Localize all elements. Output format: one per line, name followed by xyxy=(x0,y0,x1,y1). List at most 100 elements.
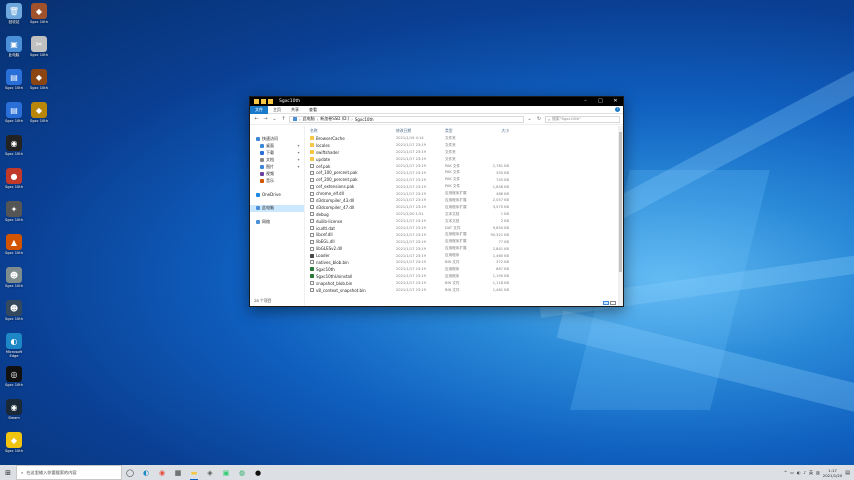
tray-icon[interactable]: ^ xyxy=(784,470,787,476)
vertical-scrollbar[interactable] xyxy=(618,126,623,306)
desktop-icon-shortcut-1[interactable]: ▤ Sgxc 10th xyxy=(2,69,26,90)
tray-icon[interactable]: ◐ xyxy=(797,470,801,476)
search-box[interactable]: ⌕ 搜索"Sgxc10th" xyxy=(545,115,620,123)
file-row[interactable]: locales 2021/1/17 23:19 文件夹 xyxy=(305,142,623,149)
desktop-icon-game-3[interactable]: ◆ Sgxc 10th xyxy=(27,102,51,123)
refresh-icon[interactable]: ↻ xyxy=(535,116,543,122)
maximize-button[interactable]: □ xyxy=(593,97,608,106)
recent-chevron-icon[interactable]: ⌄ xyxy=(271,116,278,122)
address-dropdown-icon[interactable]: ⌄ xyxy=(526,116,533,122)
taskbar-app-4-button[interactable]: ● xyxy=(250,465,266,480)
start-button[interactable]: ⊞ xyxy=(0,465,16,480)
column-header-date[interactable]: 修改日期 xyxy=(396,128,445,134)
back-arrow-icon[interactable]: ← xyxy=(253,116,260,122)
file-row[interactable]: icudtl.dat 2021/1/17 23:19 DAT 文件 9,850 KB xyxy=(305,225,623,232)
large-icons-view-button[interactable] xyxy=(610,301,616,305)
taskbar-search[interactable]: ⌕ 在这里输入你要搜索的内容 xyxy=(16,465,122,480)
taskbar-app-2-button[interactable]: ◈ xyxy=(202,465,218,480)
file-row[interactable]: update 2021/1/17 23:19 文件夹 xyxy=(305,156,623,163)
nav-item[interactable]: 图片 ✦ xyxy=(250,164,304,171)
column-header-name[interactable]: 名称 xyxy=(310,128,396,134)
desktop-icon-edge[interactable]: ◐ Microsoft Edge xyxy=(2,333,26,358)
taskbar-task-view-button[interactable]: ◯ xyxy=(122,465,138,480)
file-row[interactable]: libGLESv2.dll 2021/1/17 23:19 应用程序扩展 2,841 … xyxy=(305,245,623,252)
quick-access-toolbar[interactable] xyxy=(254,99,273,104)
tray-icon[interactable]: ▥ xyxy=(816,470,820,476)
nav-item[interactable]: OneDrive xyxy=(250,191,304,198)
desktop-icon-app-tool[interactable]: ✦ Sgxc 10th xyxy=(2,201,26,222)
breadcrumb-folder[interactable]: Sgxc10th xyxy=(355,117,374,122)
title-bar[interactable]: Sgxc10th – □ ✕ xyxy=(250,97,623,106)
tab-view[interactable]: 查看 xyxy=(304,106,322,114)
desktop-icon-controller[interactable]: ◉ Sgxc 10th xyxy=(2,135,26,156)
new-folder-icon[interactable] xyxy=(268,99,273,104)
tab-file[interactable]: 文件 xyxy=(250,105,268,114)
breadcrumb-drive[interactable]: 新加卷SSD (D:) xyxy=(320,116,349,122)
desktop-icon-app-red[interactable]: ● Sgxc 10th xyxy=(2,168,26,189)
file-row[interactable]: Sgxc10th 2021/1/17 23:19 应用程序 867 KB xyxy=(305,266,623,273)
file-row[interactable]: d3dcompiler_47.dll 2021/1/17 23:19 应用程序扩展 3… xyxy=(305,204,623,211)
file-row[interactable]: libEGL.dll 2021/1/17 23:19 应用程序扩展 77 KB xyxy=(305,238,623,245)
file-row[interactable]: natives_blob.bin 2021/1/17 23:19 BIN 文件 372… xyxy=(305,259,623,266)
file-row[interactable]: Loader 2021/1/17 23:19 应用程序 1,460 KB xyxy=(305,252,623,259)
taskbar-wechat-button[interactable]: ◍ xyxy=(234,465,250,480)
desktop-icon-recycle-bin[interactable]: 🗑 回收站 xyxy=(2,3,26,24)
desktop-icon-tool-1[interactable]: ✂ Sgxc 10th xyxy=(27,36,51,57)
desktop-icon-app-yellow[interactable]: ◆ Sgxc 10th xyxy=(2,432,26,453)
desktop-icon-game-2[interactable]: ◆ Sgxc 10th xyxy=(27,69,51,90)
desktop-icon-game-1[interactable]: ◆ Sgxc 10th xyxy=(27,3,51,24)
minimize-button[interactable]: – xyxy=(578,97,593,106)
file-explorer-window[interactable]: Sgxc10th – □ ✕ 文件 主页 共享 查看 ? ← → ⌄ ↑ › 此… xyxy=(249,96,624,307)
nav-item[interactable]: 此电脑 xyxy=(250,204,304,212)
nav-item[interactable]: 快速访问 xyxy=(250,136,304,143)
taskbar-explorer-button[interactable]: ▬ xyxy=(186,465,202,480)
column-header-type[interactable]: 类型 xyxy=(445,128,485,134)
file-row[interactable]: cef_100_percent.pak 2021/1/17 23:19 PAK 文件… xyxy=(305,169,623,176)
notification-icon[interactable]: ▤ xyxy=(845,470,850,476)
file-row[interactable]: debug 2021/1/20 1:51 文本文档 1 KB xyxy=(305,211,623,218)
file-row[interactable]: libcef.dll 2021/1/17 23:19 应用程序扩展 90,321 KB xyxy=(305,231,623,238)
nav-item[interactable]: 下载 ✦ xyxy=(250,150,304,157)
scrollbar-thumb[interactable] xyxy=(619,132,622,272)
tray-icon[interactable]: 英 xyxy=(809,470,813,476)
nav-item[interactable]: 网络 xyxy=(250,219,304,226)
breadcrumb-this-pc[interactable]: 此电脑 xyxy=(303,116,315,122)
up-arrow-icon[interactable]: ↑ xyxy=(280,116,287,122)
nav-item[interactable]: 视频 xyxy=(250,170,304,177)
help-icon[interactable]: ? xyxy=(615,107,620,112)
details-view-button[interactable] xyxy=(603,301,609,305)
nav-item[interactable]: 桌面 ✦ xyxy=(250,143,304,150)
desktop-icon-app-fire[interactable]: ▲ Sgxc 10th xyxy=(2,234,26,255)
tab-home[interactable]: 主页 xyxy=(268,106,286,114)
file-row[interactable]: d3dcompiler_43.dll 2021/1/17 23:19 应用程序扩展 2… xyxy=(305,197,623,204)
file-row[interactable]: BrowserCache 2021/1/19 4:14 文件夹 xyxy=(305,135,623,142)
clock[interactable]: 1:17 2021/1/20 xyxy=(823,468,842,478)
desktop-icon-computer[interactable]: ▣ 此电脑 xyxy=(2,36,26,57)
file-row[interactable]: cef.pak 2021/1/17 23:19 PAK 文件 2,781 KB xyxy=(305,163,623,170)
properties-icon[interactable] xyxy=(261,99,266,104)
file-row[interactable]: swiftshader 2021/1/17 23:19 文件夹 xyxy=(305,149,623,156)
desktop-icon-shortcut-2[interactable]: ▤ Sgxc 10th xyxy=(2,102,26,123)
file-row[interactable]: Sgxc10thUninstall 2021/1/17 23:19 应用程序 1,19… xyxy=(305,273,623,280)
file-row[interactable]: snapshot_blob.bin 2021/1/17 23:19 BIN 文件 1,… xyxy=(305,280,623,287)
desktop-icon-app-dark[interactable]: ◎ Sgxc 10th xyxy=(2,366,26,387)
file-row[interactable]: cef_200_percent.pak 2021/1/17 23:19 PAK 文件… xyxy=(305,176,623,183)
file-row[interactable]: v8_context_snapshot.bin 2021/1/17 23:19 BI… xyxy=(305,287,623,294)
desktop-icon-app-char[interactable]: ☻ Sgxc 10th xyxy=(2,267,26,288)
taskbar-chrome-button[interactable]: ◉ xyxy=(154,465,170,480)
taskbar-store-button[interactable]: ▦ xyxy=(170,465,186,480)
taskbar-app-3-button[interactable]: ▣ xyxy=(218,465,234,480)
nav-item[interactable]: 文档 ✦ xyxy=(250,157,304,164)
file-row[interactable]: cef_extensions.pak 2021/1/17 23:19 PAK 文件 1… xyxy=(305,183,623,190)
nav-item[interactable]: 音乐 xyxy=(250,177,304,184)
file-row[interactable]: duilib-license 2021/1/17 23:19 文本文档 2 KB xyxy=(305,218,623,225)
tray-icon[interactable]: ▭ xyxy=(790,470,794,476)
address-bar[interactable]: › 此电脑 › 新加卷SSD (D:) › Sgxc10th xyxy=(289,115,524,123)
close-button[interactable]: ✕ xyxy=(608,97,623,106)
tab-share[interactable]: 共享 xyxy=(286,106,304,114)
forward-arrow-icon[interactable]: → xyxy=(262,116,269,122)
taskbar-edge-button[interactable]: ◐ xyxy=(138,465,154,480)
desktop-icon-steam[interactable]: ◉ Steam xyxy=(2,399,26,420)
desktop-icon-app-mask[interactable]: ☻ Sgxc 10th xyxy=(2,300,26,321)
tray-icon[interactable]: ♪ xyxy=(803,470,806,476)
